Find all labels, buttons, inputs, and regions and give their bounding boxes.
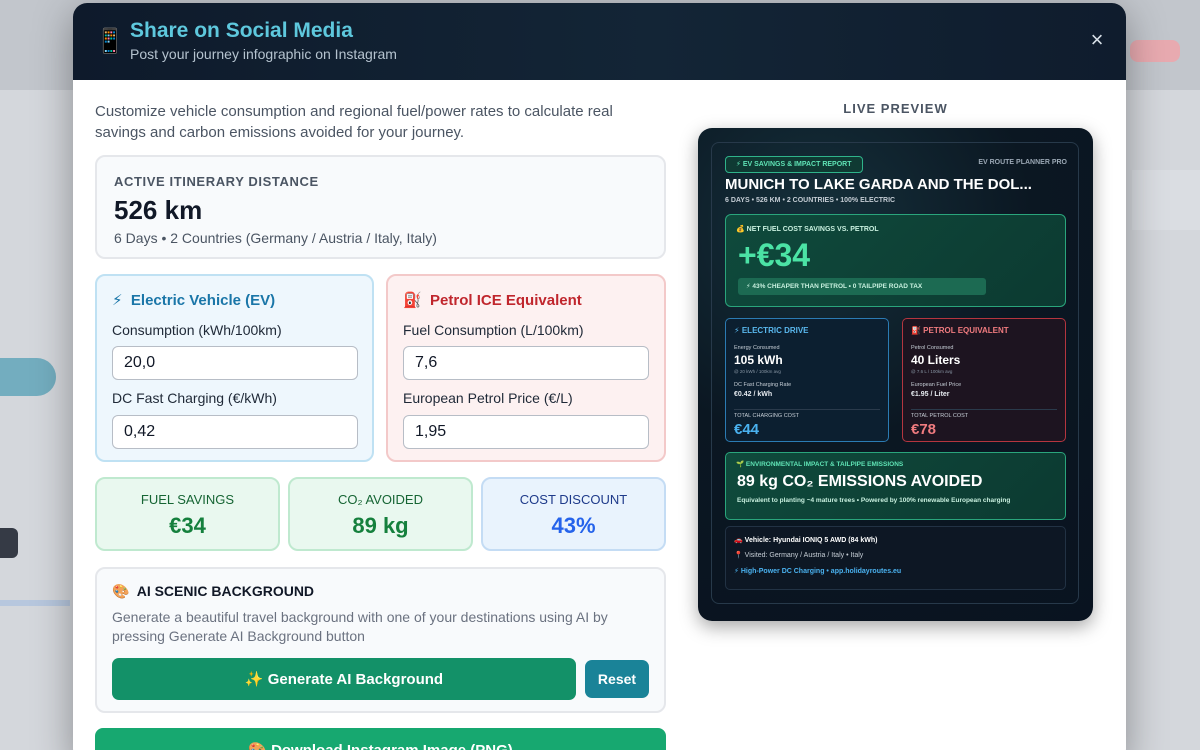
ice-title: ⛽ Petrol ICE Equivalent bbox=[403, 291, 582, 309]
fuel-pump-icon: ⛽ bbox=[403, 292, 422, 309]
cost-discount-label: COST DISCOUNT bbox=[519, 492, 628, 507]
download-image-button[interactable]: 🎨 Download Instagram Image (PNG) bbox=[95, 728, 666, 750]
ice-consumption-label: Fuel Consumption (L/100km) bbox=[403, 322, 584, 338]
modal-subtitle: Post your journey infographic on Instagr… bbox=[130, 46, 397, 62]
intro-text: Customize vehicle consumption and region… bbox=[95, 103, 613, 141]
electric-drive-title: ⚡ ELECTRIC DRIVE bbox=[734, 326, 809, 335]
modal-header: 📱 Share on Social Media Post your journe… bbox=[73, 3, 1126, 80]
ev-energy-value: 105 kWh bbox=[734, 353, 783, 367]
reset-button[interactable]: Reset bbox=[585, 660, 649, 698]
visited-line: 📍 Visited: Germany / Austria / Italy • I… bbox=[734, 552, 864, 559]
ev-total-value: €44 bbox=[734, 421, 760, 438]
fuel-savings-label: FUEL SAVINGS bbox=[140, 492, 235, 507]
net-savings-value: +€34 bbox=[738, 237, 811, 273]
electric-drive-panel: ⚡ ELECTRIC DRIVE Energy Consumed 105 kWh… bbox=[725, 318, 889, 442]
ai-background-card: 🎨 AI SCENIC BACKGROUND Generate a beauti… bbox=[95, 567, 666, 713]
ice-card: ⛽ Petrol ICE Equivalent Fuel Consumption… bbox=[386, 274, 666, 462]
ev-rate-label: DC Fast Charging Rate bbox=[734, 382, 792, 388]
distance-meta: 6 Days • 2 Countries (Germany / Austria … bbox=[114, 230, 437, 246]
ev-rate-value: €0.42 / kWh bbox=[734, 391, 773, 398]
petrol-rate-value: €1.95 / Liter bbox=[911, 391, 950, 398]
background-badge bbox=[1130, 40, 1180, 62]
petrol-energy-sub: @ 7.6 L / 100km avg bbox=[911, 369, 953, 374]
net-savings-panel: 💰 NET FUEL COST SAVINGS VS. PETROL +€34 … bbox=[725, 214, 1066, 307]
distance-card: ACTIVE ITINERARY DISTANCE 526 km 6 Days … bbox=[95, 155, 666, 259]
co2-avoided-label: CO₂ AVOIDED bbox=[338, 492, 423, 507]
fuel-savings-value: €34 bbox=[169, 513, 206, 538]
distance-value: 526 km bbox=[114, 195, 203, 225]
lightning-icon: ⚡ bbox=[112, 292, 123, 309]
ev-consumption-label: Consumption (kWh/100km) bbox=[112, 322, 282, 338]
ice-consumption-input[interactable] bbox=[403, 346, 649, 380]
route-title: MUNICH TO LAKE GARDA AND THE DOL... bbox=[725, 176, 1032, 193]
cost-discount-value: 43% bbox=[551, 513, 596, 538]
background-icon bbox=[0, 528, 18, 558]
ev-card: ⚡ Electric Vehicle (EV) Consumption (kWh… bbox=[95, 274, 374, 462]
petrol-total-label: TOTAL PETROL COST bbox=[911, 413, 969, 419]
ev-divider bbox=[734, 409, 880, 410]
instagram-preview: ⚡ EV SAVINGS & IMPACT REPORT EV ROUTE PL… bbox=[698, 128, 1093, 621]
ai-title: 🎨 AI SCENIC BACKGROUND bbox=[112, 583, 314, 600]
co2-avoided-stat: CO₂ AVOIDED 89 kg bbox=[288, 477, 473, 551]
ice-price-input[interactable] bbox=[403, 415, 649, 449]
ev-price-input[interactable] bbox=[112, 415, 358, 449]
petrol-equivalent-title: ⛽ PETROL EQUIVALENT bbox=[911, 326, 1009, 335]
fuel-savings-stat: FUEL SAVINGS €34 bbox=[95, 477, 280, 551]
charging-line: ⚡ High-Power DC Charging • app.holidayro… bbox=[734, 568, 902, 575]
live-preview-label: LIVE PREVIEW bbox=[843, 101, 948, 116]
ev-title-text: Electric Vehicle (EV) bbox=[130, 292, 276, 309]
ev-consumption-input[interactable] bbox=[112, 346, 358, 380]
petrol-total-value: €78 bbox=[911, 421, 937, 438]
savings-pill: ⚡ 43% CHEAPER THAN PETROL • 0 TAILPIPE R… bbox=[738, 278, 986, 295]
phone-icon: 📱 bbox=[95, 28, 125, 55]
ai-title-text: AI SCENIC BACKGROUND bbox=[136, 583, 315, 599]
environmental-label: 🌱 ENVIRONMENTAL IMPACT & TAILPIPE EMISSI… bbox=[736, 461, 904, 468]
background-line bbox=[0, 600, 70, 606]
petrol-equivalent-panel: ⛽ PETROL EQUIVALENT Petrol Consumed 40 L… bbox=[902, 318, 1066, 442]
report-tag: ⚡ EV SAVINGS & IMPACT REPORT bbox=[725, 156, 863, 173]
environmental-description: Equivalent to planting ~4 mature trees •… bbox=[737, 497, 1011, 504]
background-button bbox=[0, 358, 56, 396]
palette-icon: 🎨 bbox=[112, 583, 130, 599]
modal-title: Share on Social Media bbox=[130, 19, 353, 42]
petrol-divider bbox=[911, 409, 1057, 410]
distance-label: ACTIVE ITINERARY DISTANCE bbox=[114, 174, 319, 189]
ai-description: Generate a beautiful travel background w… bbox=[112, 609, 608, 644]
brand-label: EV ROUTE PLANNER PRO bbox=[978, 159, 1067, 166]
generate-ai-background-button[interactable]: ✨ Generate AI Background bbox=[112, 658, 576, 700]
ev-energy-label: Energy Consumed bbox=[734, 345, 780, 351]
vehicle-line: 🚗 Vehicle: Hyundai IONIQ 5 AWD (84 kWh) bbox=[734, 537, 878, 544]
petrol-rate-label: European Fuel Price bbox=[911, 382, 962, 388]
cost-discount-stat: COST DISCOUNT 43% bbox=[481, 477, 666, 551]
ev-title: ⚡ Electric Vehicle (EV) bbox=[112, 291, 275, 309]
background-card bbox=[1132, 170, 1200, 230]
ev-energy-sub: @ 20 kWh / 100km avg bbox=[734, 369, 781, 374]
trip-info-panel: 🚗 Vehicle: Hyundai IONIQ 5 AWD (84 kWh) … bbox=[725, 526, 1066, 590]
environmental-impact-panel: 🌱 ENVIRONMENTAL IMPACT & TAILPIPE EMISSI… bbox=[725, 452, 1066, 520]
route-meta: 6 DAYS • 526 KM • 2 COUNTRIES • 100% ELE… bbox=[725, 197, 896, 204]
petrol-energy-label: Petrol Consumed bbox=[911, 345, 954, 351]
share-modal: 📱 Share on Social Media Post your journe… bbox=[73, 3, 1126, 750]
ev-price-label: DC Fast Charging (€/kWh) bbox=[112, 390, 277, 406]
petrol-energy-value: 40 Liters bbox=[911, 353, 961, 367]
ice-title-text: Petrol ICE Equivalent bbox=[430, 292, 582, 309]
co2-avoided-value: 89 kg bbox=[352, 513, 409, 538]
net-savings-label: 💰 NET FUEL COST SAVINGS VS. PETROL bbox=[736, 226, 879, 233]
emissions-avoided-value: 89 kg CO₂ EMISSIONS AVOIDED bbox=[737, 473, 983, 490]
ev-total-label: TOTAL CHARGING COST bbox=[734, 413, 799, 419]
close-icon[interactable]: × bbox=[1086, 29, 1108, 51]
ice-price-label: European Petrol Price (€/L) bbox=[403, 390, 573, 406]
